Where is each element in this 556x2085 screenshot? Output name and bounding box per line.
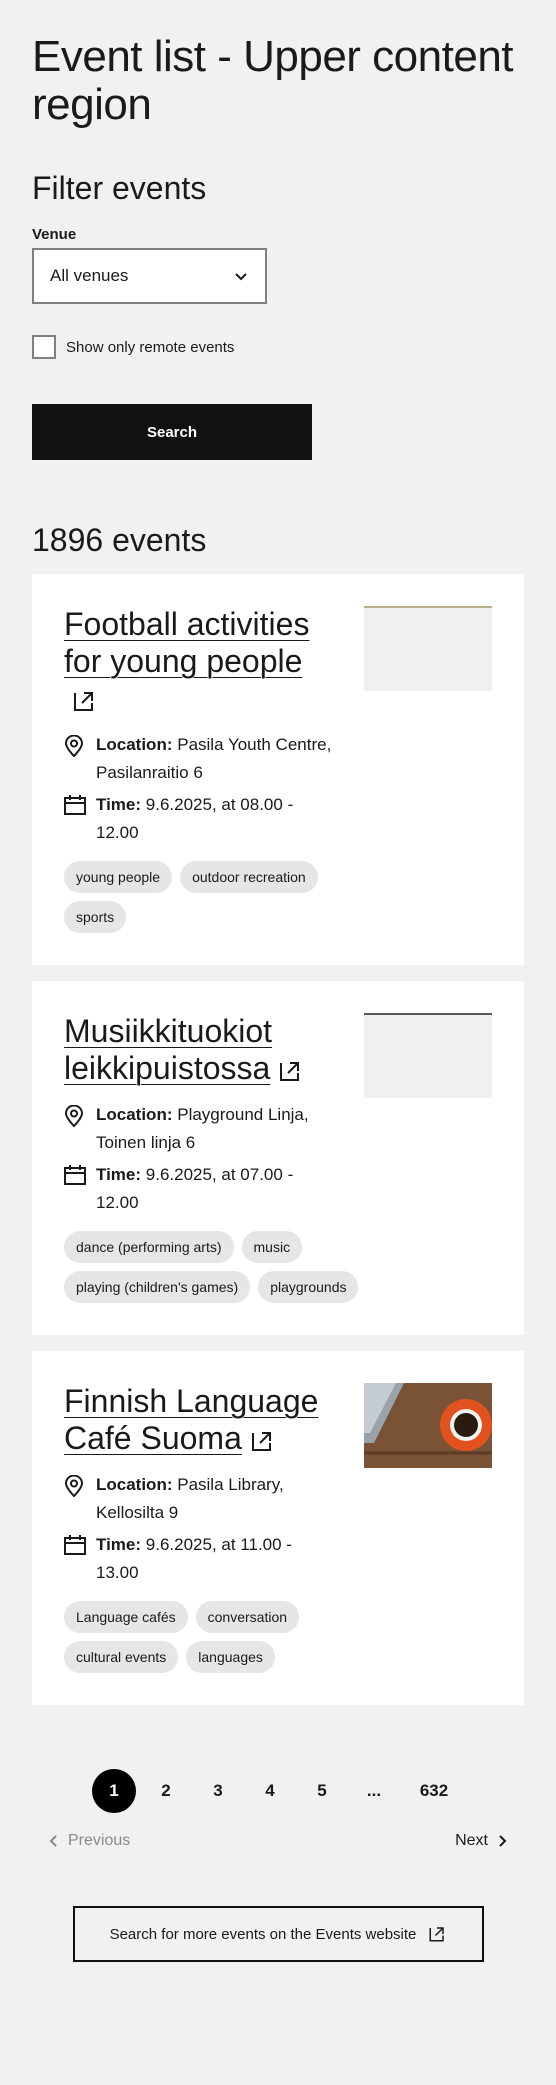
next-button[interactable]: Next: [455, 1825, 508, 1857]
venue-label: Venue: [32, 226, 77, 243]
event-title-link[interactable]: Finnish Language Café Suoma: [64, 1383, 329, 1457]
tag[interactable]: young people: [64, 861, 173, 893]
venue-select[interactable]: All venues: [32, 248, 267, 304]
chevron-left-icon: [49, 1835, 57, 1847]
event-location: Location: Playground Linja, Toinen linja…: [64, 1101, 334, 1157]
filter-title: Filter events: [32, 170, 207, 206]
event-time: Time: 9.6.2025, at 07.00 - 12.00: [64, 1161, 334, 1217]
prev-next-nav: Previous Next: [32, 1825, 524, 1857]
event-time: Time: 9.6.2025, at 11.00 - 13.00: [64, 1531, 334, 1587]
event-count: 1896 events: [32, 522, 207, 558]
tag[interactable]: Language cafés: [64, 1601, 188, 1633]
previous-label: Previous: [68, 1832, 131, 1849]
pagination: 1 2 3 4 5 ... 632: [32, 1769, 524, 1813]
page-title: Event list - Upper content region: [32, 32, 514, 129]
external-link-icon: [251, 1431, 271, 1451]
page-ellipsis: ...: [366, 1781, 382, 1800]
time-label: Time:: [96, 1165, 142, 1184]
event-title: Musiikkituokiot leikkipuistossa: [64, 1013, 273, 1086]
remote-events-label: Show only remote events: [66, 338, 235, 356]
tag[interactable]: music: [241, 1231, 303, 1263]
tag[interactable]: playgrounds: [258, 1271, 359, 1303]
external-link-icon: [74, 691, 93, 711]
tag[interactable]: cultural events: [64, 1641, 179, 1673]
tag[interactable]: outdoor recreation: [180, 861, 318, 893]
page-button-last[interactable]: 632: [404, 1769, 464, 1813]
next-label: Next: [455, 1832, 488, 1849]
event-location: Location: Pasila Library, Kellosilta 9: [64, 1471, 334, 1527]
time-label: Time:: [96, 795, 142, 814]
search-button[interactable]: Search: [32, 404, 312, 460]
tag[interactable]: playing (children's games): [64, 1271, 251, 1303]
event-time: Time: 9.6.2025, at 08.00 - 12.00: [64, 791, 334, 847]
external-link-icon: [280, 1061, 300, 1081]
event-title-link[interactable]: Football activities for young people: [64, 606, 329, 717]
location-pin-icon: [64, 1104, 84, 1128]
page-button[interactable]: 3: [196, 1769, 240, 1813]
location-pin-icon: [64, 1474, 84, 1498]
tag[interactable]: sports: [64, 901, 127, 933]
event-title: Football activities for young people: [64, 606, 310, 679]
event-title: Finnish Language Café Suoma: [64, 1383, 319, 1456]
page-button[interactable]: 4: [248, 1769, 292, 1813]
venue-select-value: All venues: [50, 266, 129, 285]
page-button[interactable]: 5: [300, 1769, 344, 1813]
event-card: Football activities for young people Loc…: [32, 574, 524, 965]
event-image: [364, 606, 492, 691]
event-tags: Language cafés conversation cultural eve…: [64, 1601, 364, 1673]
location-label: Location:: [96, 1475, 173, 1494]
event-title-link[interactable]: Musiikkituokiot leikkipuistossa: [64, 1013, 329, 1087]
previous-button[interactable]: Previous: [48, 1825, 130, 1857]
external-link-icon: [429, 1927, 445, 1942]
chevron-down-icon: [235, 273, 247, 281]
event-card: Finnish Language Café Suoma Location: Pa…: [32, 1351, 524, 1705]
calendar-icon: [64, 1535, 86, 1555]
tag[interactable]: conversation: [195, 1601, 300, 1633]
event-card: Musiikkituokiot leikkipuistossa Location…: [32, 981, 524, 1335]
coffee-laptop-image: [364, 1383, 492, 1468]
remote-events-checkbox[interactable]: [32, 335, 56, 359]
page-button-current[interactable]: 1: [92, 1769, 136, 1813]
chevron-right-icon: [499, 1835, 507, 1847]
event-tags: young people outdoor recreation sports: [64, 861, 364, 933]
page: Event list - Upper content region Filter…: [0, 0, 556, 1962]
page-button[interactable]: 2: [144, 1769, 188, 1813]
more-events-button[interactable]: Search for more events on the Events web…: [72, 1906, 484, 1962]
tag[interactable]: languages: [186, 1641, 275, 1673]
event-tags: dance (performing arts) music playing (c…: [64, 1231, 364, 1303]
event-location: Location: Pasila Youth Centre, Pasilanra…: [64, 731, 334, 787]
time-label: Time:: [96, 1535, 142, 1554]
more-events-label: Search for more events on the Events web…: [109, 1925, 417, 1943]
tag[interactable]: dance (performing arts): [64, 1231, 234, 1263]
location-pin-icon: [64, 734, 84, 758]
location-label: Location:: [96, 1105, 173, 1124]
calendar-icon: [64, 795, 86, 815]
event-image: [364, 1013, 492, 1098]
remote-events-checkbox-row[interactable]: Show only remote events: [32, 335, 524, 359]
location-label: Location:: [96, 735, 173, 754]
event-image: [364, 1383, 492, 1468]
calendar-icon: [64, 1165, 86, 1185]
